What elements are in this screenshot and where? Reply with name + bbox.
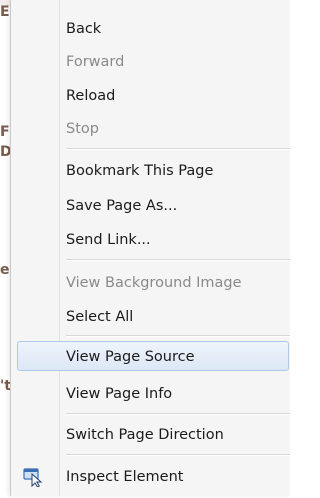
menu-item-label: Reload — [66, 88, 116, 104]
menu-separator — [66, 454, 290, 456]
menu-item-label: Bookmark This Page — [66, 163, 214, 179]
context-menu: Back Forward Reload Stop Bookmark This P… — [10, 0, 290, 496]
menu-item-forward[interactable]: Forward — [11, 47, 290, 77]
menu-item-send-link[interactable]: Send Link... — [11, 225, 290, 255]
menu-separator — [66, 413, 290, 415]
menu-item-label: Back — [66, 21, 102, 37]
menu-item-view-page-source[interactable]: View Page Source — [17, 341, 289, 371]
menu-item-back[interactable]: Back — [11, 14, 290, 44]
menu-item-view-background-image[interactable]: View Background Image — [11, 268, 290, 298]
menu-item-label: Stop — [66, 121, 99, 137]
menu-separator — [66, 335, 290, 337]
menu-item-stop[interactable]: Stop — [11, 114, 290, 144]
menu-item-reload[interactable]: Reload — [11, 81, 290, 111]
menu-item-inspect-element[interactable]: Inspect Element — [11, 462, 290, 492]
menu-item-label: Forward — [66, 54, 125, 70]
menu-item-label: View Page Source — [66, 349, 195, 365]
menu-item-label: Select All — [66, 309, 134, 325]
menu-item-select-all[interactable]: Select All — [11, 302, 290, 332]
menu-item-label: Inspect Element — [66, 469, 184, 485]
menu-item-label: Save Page As... — [66, 198, 178, 214]
menu-separator — [66, 148, 290, 150]
menu-item-bookmark-page[interactable]: Bookmark This Page — [11, 156, 290, 186]
menu-item-view-page-info[interactable]: View Page Info — [11, 379, 290, 409]
menu-item-switch-page-direction[interactable]: Switch Page Direction — [11, 420, 290, 450]
menu-item-label: Switch Page Direction — [66, 427, 224, 443]
menu-item-label: View Page Info — [66, 386, 173, 402]
menu-item-label: Send Link... — [66, 232, 151, 248]
inspect-cursor-icon — [23, 467, 45, 488]
menu-item-save-page-as[interactable]: Save Page As... — [11, 191, 290, 221]
menu-separator — [66, 259, 290, 261]
menu-item-label: View Background Image — [66, 275, 242, 291]
